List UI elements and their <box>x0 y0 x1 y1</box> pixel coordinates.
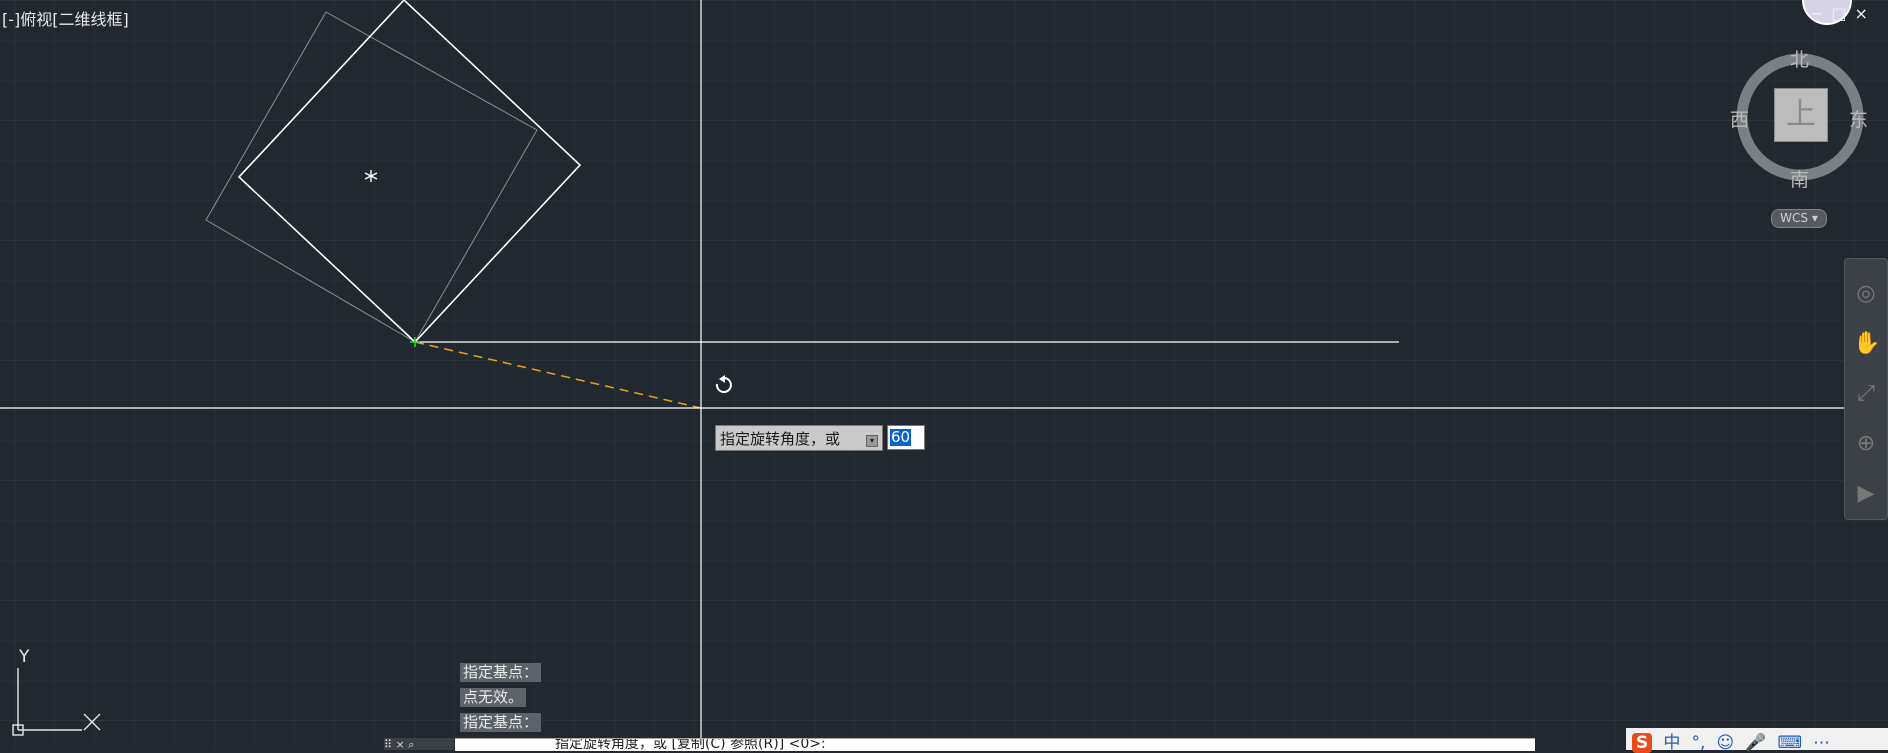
dynamic-input-prompt: 指定旋转角度，或 ▾ <box>715 425 883 451</box>
command-history-line: 点无效。 <box>460 688 527 707</box>
command-line-text: 指定旋转角度，或 [复制(C) 参照(R)] <0>: <box>555 738 826 751</box>
viewcube-north[interactable]: 北 <box>1790 45 1809 72</box>
sogou-icon[interactable]: S <box>1632 733 1653 753</box>
viewcube-east[interactable]: 东 <box>1849 105 1868 132</box>
command-history-line: 指定基点： <box>460 713 542 732</box>
command-history-line: 指定基点： <box>460 663 542 682</box>
command-line[interactable]: 指定旋转角度，或 [复制(C) 参照(R)] <0>: <box>455 738 1535 751</box>
microphone-icon[interactable]: 🎤 <box>1745 733 1766 753</box>
navigation-bar: ◎ ✋ ⤢ ⊕ ▶ <box>1844 258 1888 520</box>
rotation-angle-value[interactable]: 60 <box>890 429 912 446</box>
orbit-icon[interactable]: ⊕ <box>1853 431 1879 457</box>
wcs-dropdown[interactable]: WCS ▾ <box>1771 209 1827 228</box>
viewcube-top-face[interactable]: 上 <box>1774 88 1828 142</box>
ucs-y-label: Y <box>19 647 30 667</box>
rotation-angle-input[interactable]: 60 <box>887 425 925 450</box>
pan-icon[interactable]: ✋ <box>1853 331 1880 357</box>
steering-wheel-icon[interactable]: ◎ <box>1853 281 1879 307</box>
zoom-extents-icon[interactable]: ⤢ <box>1853 381 1879 407</box>
showmotion-icon[interactable]: ▶ <box>1853 481 1879 507</box>
viewcube-west[interactable]: 西 <box>1730 105 1749 132</box>
language-toggle[interactable]: 中 <box>1663 728 1680 753</box>
dynamic-input-prompt-text: 指定旋转角度，或 <box>720 430 841 448</box>
drawing-canvas[interactable] <box>0 0 1888 750</box>
viewport-label[interactable]: [-]俯视[二维线框] <box>2 6 129 30</box>
system-tray: S 中 °, ☺ 🎤 ⌨ ⋯ <box>1626 728 1888 753</box>
viewcube-south[interactable]: 南 <box>1790 165 1809 192</box>
keyboard-icon[interactable]: ⌨ <box>1778 733 1803 753</box>
emoji-icon[interactable]: ☺ <box>1716 733 1734 753</box>
options-arrow-icon[interactable]: ▾ <box>866 435 878 447</box>
more-icon[interactable]: ⋯ <box>1813 733 1830 753</box>
punctuation-icon[interactable]: °, <box>1691 733 1705 753</box>
major-grid <box>0 0 1888 750</box>
command-line-grip[interactable]: ⠿ × ⌕ <box>384 738 454 751</box>
viewport-window-buttons[interactable]: −□× <box>1810 4 1876 23</box>
